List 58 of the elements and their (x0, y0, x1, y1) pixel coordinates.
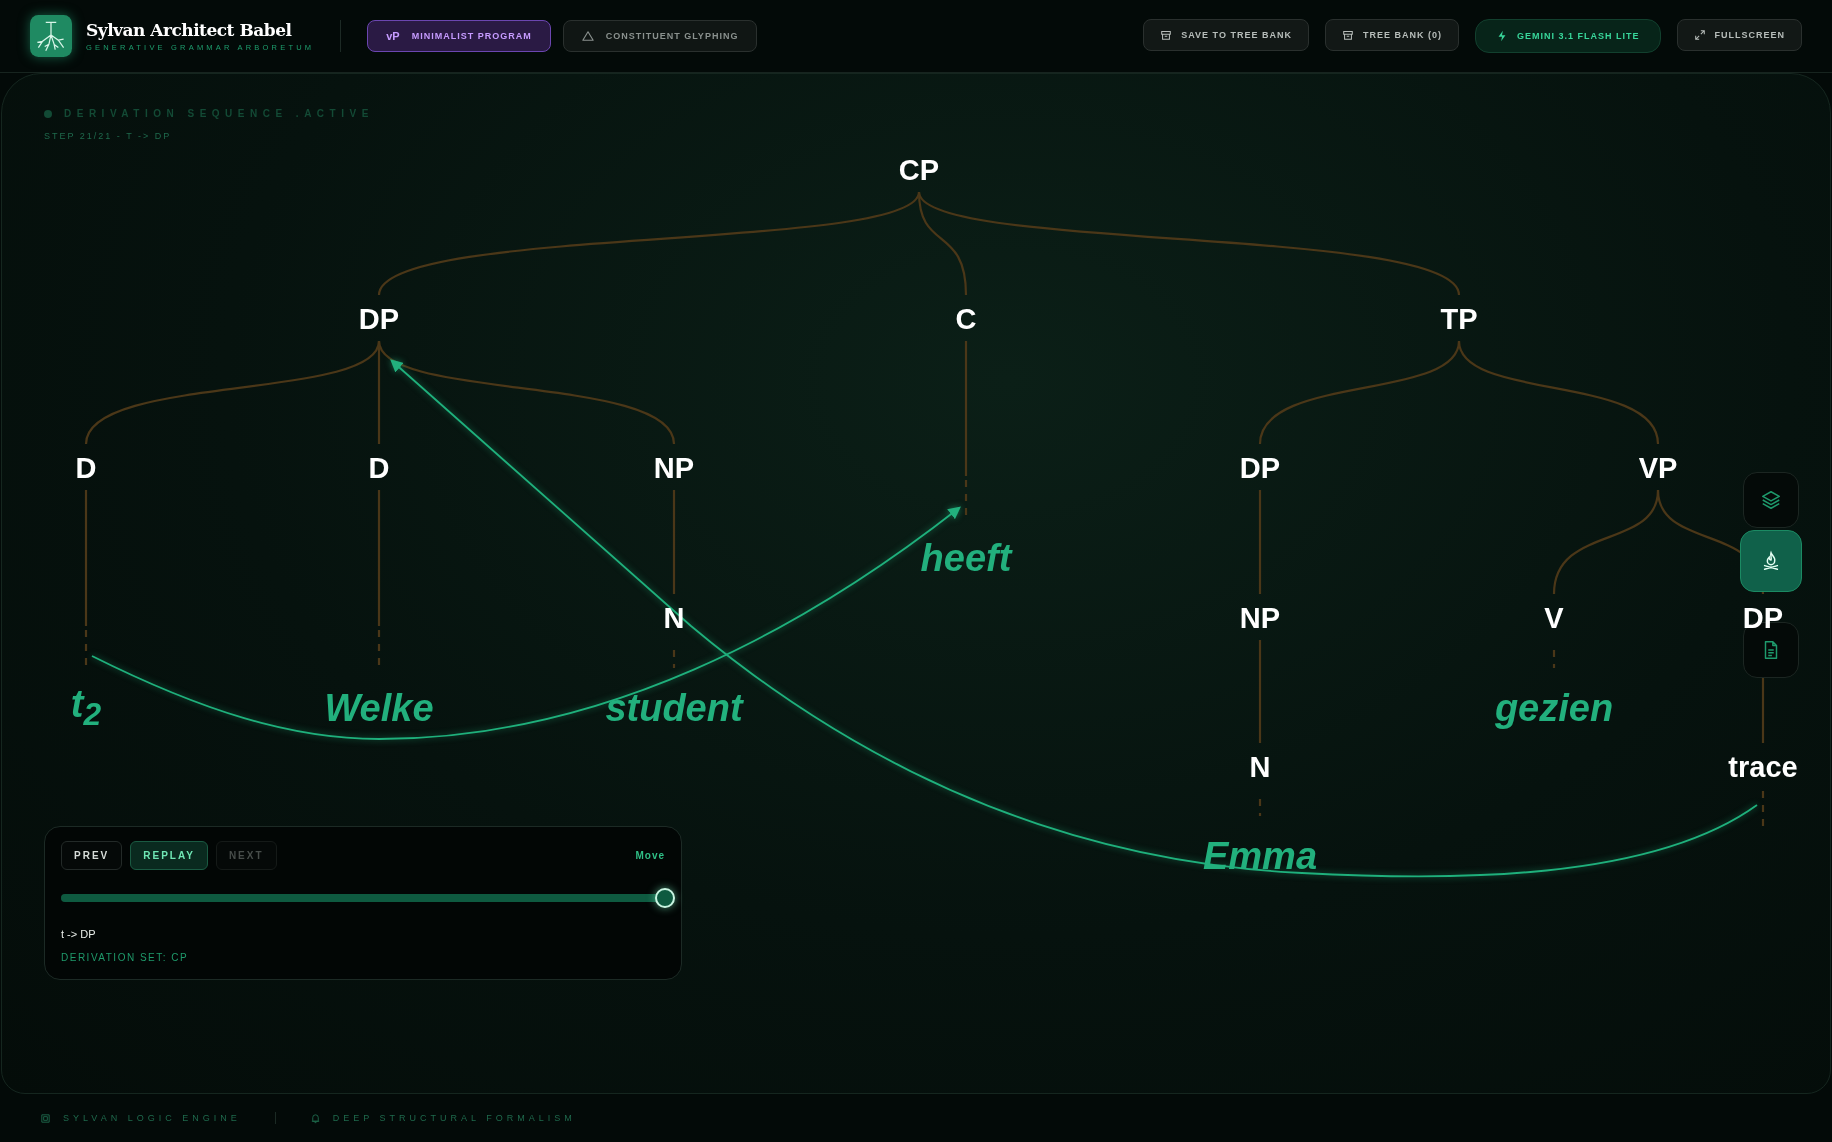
step-slider[interactable] (61, 887, 675, 909)
footer-label: SYLVAN LOGIC ENGINE (63, 1113, 241, 1123)
node-label: VP (1638, 453, 1678, 483)
leaf-word: heeft (920, 539, 1012, 577)
archive-box-icon (1160, 29, 1173, 41)
dashed-branch (1258, 799, 1262, 816)
node-label: TP (1440, 304, 1478, 334)
footer-label: DEEP STRUCTURAL FORMALISM (332, 1113, 576, 1123)
node-label: CP (898, 155, 940, 185)
dashed-branch (964, 480, 968, 518)
chip-icon (40, 1112, 51, 1124)
node-label: trace (1728, 752, 1798, 782)
triangle-icon (581, 30, 594, 42)
rule-text: t -> DP (61, 928, 97, 940)
step-button[interactable]: PREV (61, 841, 123, 870)
campfire-button[interactable] (1740, 530, 1802, 592)
derivation-set: DERIVATION SET: CP (61, 952, 190, 963)
status-dot-icon (44, 109, 52, 118)
mode-label: Move (635, 850, 665, 861)
fullscreen-button[interactable]: FULLSCREEN (1676, 19, 1802, 51)
layers-icon (1760, 489, 1782, 511)
tree-bank-button[interactable]: TREE BANK (0) (1324, 19, 1459, 51)
node-label: N (1249, 752, 1271, 782)
mode-tab[interactable]: vP MINIMALIST PROGRAM (367, 20, 551, 52)
node-label: D (368, 453, 390, 483)
status-title: DERIVATION SEQUENCE .ACTIVE (64, 108, 374, 119)
expand-icon (1693, 29, 1706, 41)
leaf-word: Welke (324, 689, 434, 727)
archive-box-icon (1341, 29, 1354, 41)
model-button[interactable]: GEMINI 3.1 FLASH LITE (1475, 19, 1661, 53)
mode-tab[interactable]: CONSTITUENT GLYPHING (562, 20, 758, 52)
dashed-branch (84, 630, 88, 668)
node-label: D (75, 453, 97, 483)
node-label: V (1544, 603, 1564, 633)
node-label: DP (1239, 453, 1281, 483)
layers-button[interactable] (1743, 472, 1799, 528)
node-label: N (663, 603, 685, 633)
node-label: NP (653, 453, 695, 483)
mode-abbreviation: vP (386, 30, 400, 42)
node-label: NP (1239, 603, 1281, 633)
leaf-word: gezien (1494, 689, 1614, 727)
dashed-branch (1552, 650, 1556, 668)
leaf-word: t$_{2}$ (70, 684, 102, 732)
bell-icon (309, 1112, 321, 1124)
app-title: Sylvan Architect Babel (86, 20, 293, 40)
node-label: C (955, 304, 977, 334)
status-step: STEP 21/21 - T -> DP (44, 131, 374, 141)
dashed-branch (377, 630, 381, 668)
slider-thumb[interactable] (655, 888, 675, 908)
node-label: DP (1742, 603, 1784, 633)
tree-roots-logo-icon (30, 15, 72, 57)
dashed-branch (672, 650, 676, 668)
leaf-word: student (605, 689, 743, 727)
step-button[interactable]: REPLAY (130, 841, 208, 870)
node-label: DP (358, 304, 400, 334)
save-button[interactable]: SAVE TO TREE BANK (1143, 19, 1309, 51)
leaf-word: Emma (1202, 837, 1318, 875)
lightning-icon (1496, 30, 1508, 42)
